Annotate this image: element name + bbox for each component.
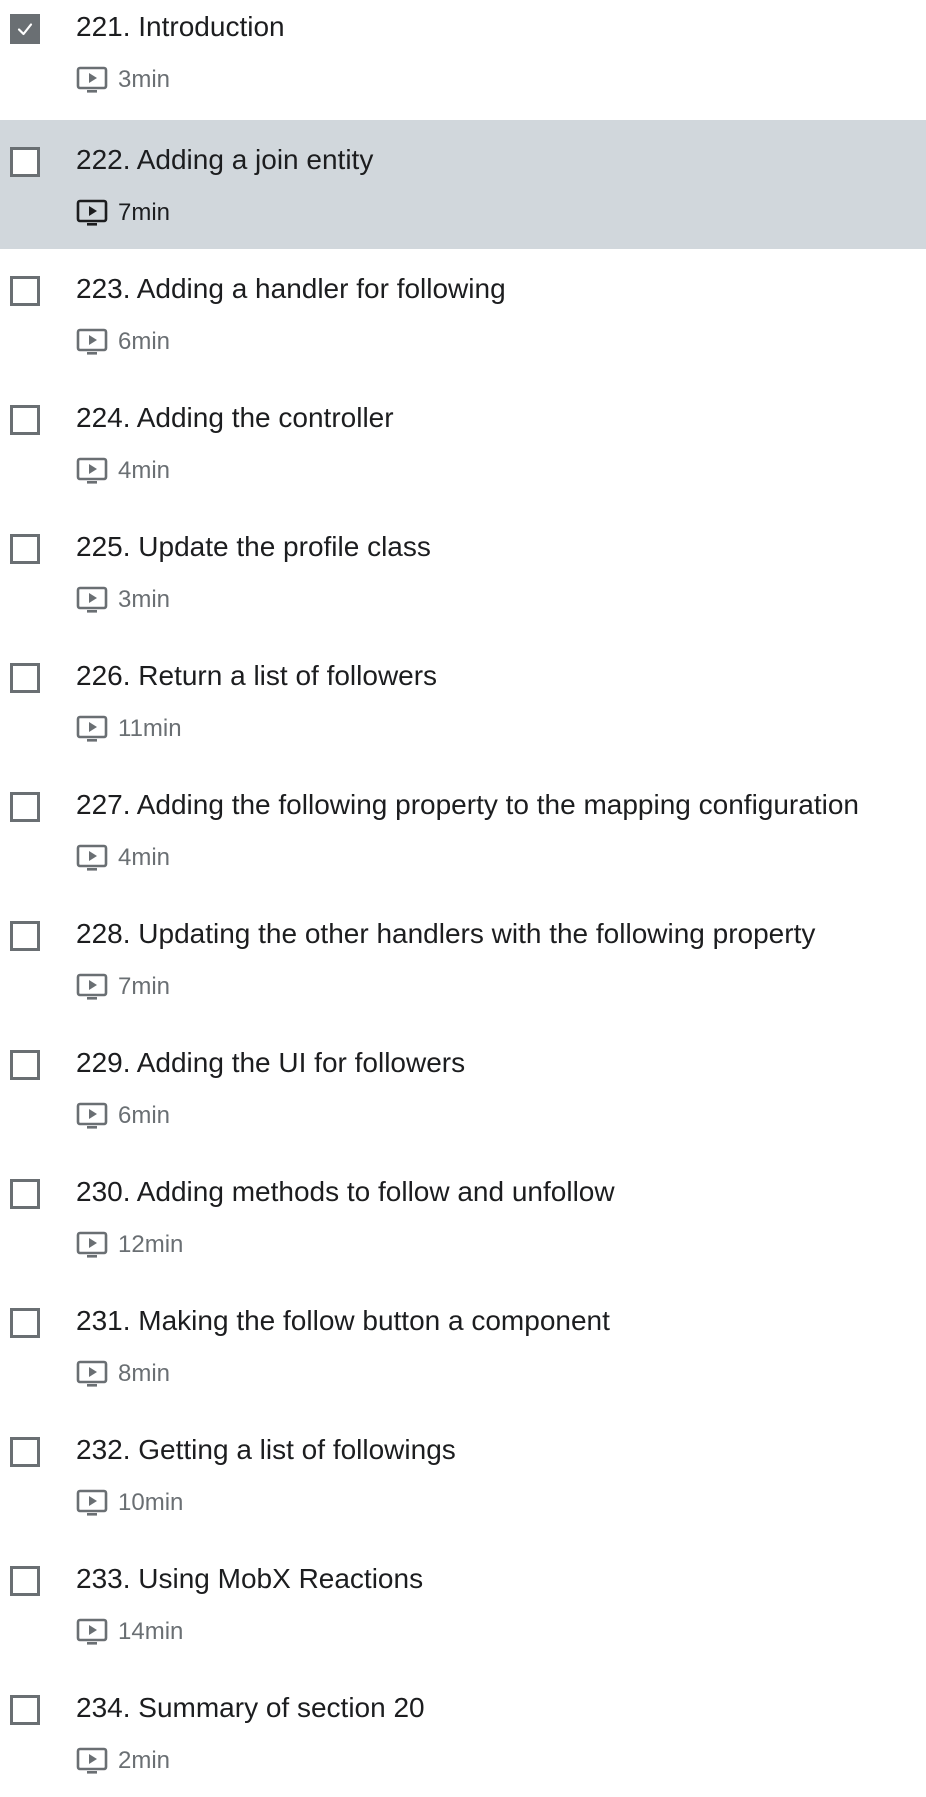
video-icon [76,457,108,484]
lecture-item[interactable]: 222. Adding a join entity 7min [0,120,926,249]
lecture-title: 228. Updating the other handlers with th… [76,918,816,949]
lecture-item[interactable]: 234. Summary of section 20 2min [0,1668,926,1797]
lecture-duration: 4min [118,844,171,871]
video-icon [76,1489,108,1516]
video-icon [76,1618,108,1645]
lecture-meta: 4min [76,456,170,486]
lecture-meta: 12min [76,1230,183,1260]
lecture-checkbox[interactable] [10,1437,40,1467]
lecture-checkbox[interactable] [10,792,40,822]
lecture-checkbox[interactable] [10,1566,40,1596]
lecture-meta: 3min [76,65,170,95]
lecture-title: 226. Return a list of followers [76,660,438,691]
lecture-duration: 11min [118,715,182,742]
lecture-title: 234. Summary of section 20 [76,1692,425,1723]
lecture-item[interactable]: 223. Adding a handler for following 6min [0,249,926,378]
lecture-item[interactable]: 229. Adding the UI for followers 6min [0,1023,926,1152]
lecture-duration: 14min [118,1618,184,1645]
lecture-meta: 10min [76,1488,183,1518]
video-icon [76,66,108,93]
lecture-item[interactable]: 225. Update the profile class 3min [0,507,926,636]
lecture-item[interactable]: 224. Adding the controller 4min [0,378,926,507]
lecture-item[interactable]: 221. Introduction 3min [0,0,926,120]
lecture-title: 232. Getting a list of followings [76,1434,456,1465]
video-icon [76,1231,108,1258]
lecture-checkbox[interactable] [10,1179,40,1209]
lecture-meta: 2min [76,1746,170,1776]
lecture-title: 225. Update the profile class [76,531,431,562]
lecture-title: 222. Adding a join entity [76,144,374,175]
lecture-checkbox[interactable] [10,663,40,693]
video-icon [76,844,108,871]
lecture-item[interactable]: 227. Adding the following property to th… [0,765,926,894]
lecture-meta: 14min [76,1617,183,1647]
lecture-duration: 2min [118,1747,171,1774]
lecture-meta: 4min [76,843,170,873]
lecture-item[interactable]: 231. Making the follow button a componen… [0,1281,926,1410]
lecture-checkbox[interactable] [10,276,40,306]
video-icon [76,1360,108,1387]
lecture-checkbox[interactable] [10,1308,40,1338]
lecture-duration: 3min [118,586,171,613]
lecture-title: 224. Adding the controller [76,402,394,433]
video-icon [76,199,108,226]
lecture-duration: 4min [118,457,171,484]
lecture-item[interactable]: 233. Using MobX Reactions 14min [0,1539,926,1668]
lecture-checkbox[interactable] [10,1695,40,1725]
lecture-checkbox[interactable] [10,147,40,177]
check-icon [17,23,33,36]
lecture-checkbox[interactable] [10,534,40,564]
lecture-title: 231. Making the follow button a componen… [76,1305,610,1336]
video-icon [76,328,108,355]
lecture-meta: 8min [76,1359,170,1389]
lecture-meta: 7min [76,198,170,228]
lecture-duration: 10min [118,1489,184,1516]
lecture-meta: 6min [76,327,170,357]
lecture-title: 229. Adding the UI for followers [76,1047,466,1078]
lecture-duration: 7min [118,199,171,226]
lecture-checkbox[interactable] [10,14,40,44]
lecture-item[interactable]: 232. Getting a list of followings 10min [0,1410,926,1539]
lecture-duration: 6min [118,1102,171,1129]
lecture-checkbox[interactable] [10,1050,40,1080]
lecture-list: 221. Introduction 3min 222. Adding a joi… [0,0,926,1797]
lecture-title: 230. Adding methods to follow and unfoll… [76,1176,615,1207]
lecture-duration: 12min [118,1231,184,1258]
video-icon [76,973,108,1000]
lecture-item[interactable]: 228. Updating the other handlers with th… [0,894,926,1023]
lecture-checkbox[interactable] [10,921,40,951]
lecture-title: 223. Adding a handler for following [76,273,506,304]
lecture-meta: 7min [76,972,170,1002]
lecture-item[interactable]: 226. Return a list of followers 11min [0,636,926,765]
lecture-meta: 11min [76,714,182,744]
video-icon [76,1102,108,1129]
lecture-title: 227. Adding the following property to th… [76,789,859,820]
lecture-duration: 8min [118,1360,171,1387]
lecture-duration: 7min [118,973,171,1000]
lecture-title: 233. Using MobX Reactions [76,1563,424,1594]
lecture-title: 221. Introduction [76,11,285,42]
lecture-duration: 6min [118,328,171,355]
video-icon [76,715,108,742]
lecture-meta: 6min [76,1101,170,1131]
video-icon [76,586,108,613]
lecture-item[interactable]: 230. Adding methods to follow and unfoll… [0,1152,926,1281]
lecture-duration: 3min [118,66,171,93]
lecture-meta: 3min [76,585,170,615]
lecture-checkbox[interactable] [10,405,40,435]
